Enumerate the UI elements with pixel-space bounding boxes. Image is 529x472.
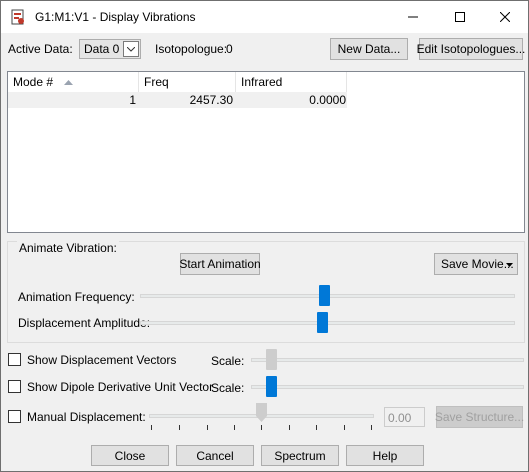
- slider-tick: [151, 425, 152, 430]
- isotopologue-label: Isotopologue:: [155, 42, 228, 56]
- show-displacement-vectors-checkbox[interactable]: [8, 353, 21, 366]
- column-header-infrared[interactable]: Infrared: [236, 72, 347, 92]
- save-movie-label: Save Movie...: [441, 257, 514, 271]
- slider-tick: [179, 425, 180, 430]
- isotopologue-value: 0: [226, 42, 233, 56]
- manual-displacement-thumb[interactable]: [256, 403, 267, 422]
- dipole-scale-thumb[interactable]: [266, 376, 277, 397]
- manual-displacement-value[interactable]: 0.00: [384, 407, 425, 427]
- manual-displacement-checkbox[interactable]: [8, 410, 21, 423]
- display-vibrations-window: G1:M1:V1 - Display Vibrations Active Dat…: [0, 0, 529, 472]
- animation-frequency-thumb[interactable]: [319, 285, 330, 306]
- slider-tick: [289, 425, 290, 430]
- displacement-amplitude-label: Displacement Amplitude:: [18, 316, 151, 330]
- slider-tick: [261, 425, 262, 430]
- save-structure-button[interactable]: Save Structure...: [435, 406, 524, 428]
- slider-tick: [316, 425, 317, 430]
- slider-tick: [234, 425, 235, 430]
- gaussview-app-icon: [11, 9, 24, 25]
- animate-vibration-label: Animate Vibration:: [17, 241, 119, 255]
- displacement-amplitude-thumb[interactable]: [317, 312, 328, 333]
- close-icon: [500, 12, 510, 22]
- slider-tick: [371, 425, 372, 430]
- maximize-button[interactable]: [437, 1, 483, 33]
- dipole-scale-slider[interactable]: [251, 385, 524, 389]
- close-window-button[interactable]: [482, 1, 528, 33]
- slider-tick: [344, 425, 345, 430]
- dropdown-arrow-icon: [506, 263, 513, 267]
- active-data-dropdown[interactable]: Data 0: [79, 39, 141, 59]
- spectrum-button[interactable]: Spectrum: [261, 445, 339, 466]
- table-cell-infrared[interactable]: 0.0000: [236, 92, 347, 108]
- active-data-label: Active Data:: [8, 42, 73, 56]
- window-title: G1:M1:V1 - Display Vibrations: [35, 10, 196, 24]
- title-bar: G1:M1:V1 - Display Vibrations: [1, 1, 528, 33]
- start-animation-button[interactable]: Start Animation: [179, 253, 261, 275]
- column-header-freq[interactable]: Freq: [139, 72, 236, 92]
- displacement-scale-thumb[interactable]: [266, 349, 277, 370]
- show-dipole-derivative-checkbox[interactable]: [8, 380, 21, 393]
- help-button[interactable]: Help: [346, 445, 424, 466]
- new-data-button[interactable]: New Data...: [330, 38, 408, 60]
- close-button[interactable]: Close: [91, 445, 169, 466]
- slider-tick: [207, 425, 208, 430]
- column-header-mode[interactable]: Mode #: [8, 72, 139, 92]
- active-data-value: Data 0: [84, 42, 120, 56]
- edit-isotopologues-button[interactable]: Edit Isotopologues...: [417, 38, 525, 60]
- show-displacement-vectors-label: Show Displacement Vectors: [27, 353, 177, 367]
- manual-displacement-label: Manual Displacement:: [27, 410, 146, 424]
- cancel-button[interactable]: Cancel: [176, 445, 254, 466]
- show-dipole-derivative-label: Show Dipole Derivative Unit Vector: [27, 380, 214, 394]
- table-cell-mode[interactable]: 1: [8, 92, 139, 108]
- chevron-down-icon[interactable]: [123, 41, 139, 57]
- maximize-icon: [455, 12, 465, 22]
- save-movie-button[interactable]: Save Movie...: [434, 253, 518, 275]
- table-cell-freq[interactable]: 2457.30: [139, 92, 236, 108]
- displacement-scale-label: Scale:: [211, 354, 245, 368]
- animation-frequency-label: Animation Frequency:: [18, 290, 135, 304]
- displacement-scale-slider[interactable]: [251, 358, 524, 362]
- sort-ascending-icon: [64, 80, 73, 85]
- vibration-modes-table[interactable]: Mode # Freq Infrared 1 2457.30 0.0000: [7, 71, 525, 233]
- dipole-scale-label: Scale:: [211, 381, 245, 395]
- minimize-icon: [408, 16, 418, 18]
- minimize-button[interactable]: [390, 1, 436, 33]
